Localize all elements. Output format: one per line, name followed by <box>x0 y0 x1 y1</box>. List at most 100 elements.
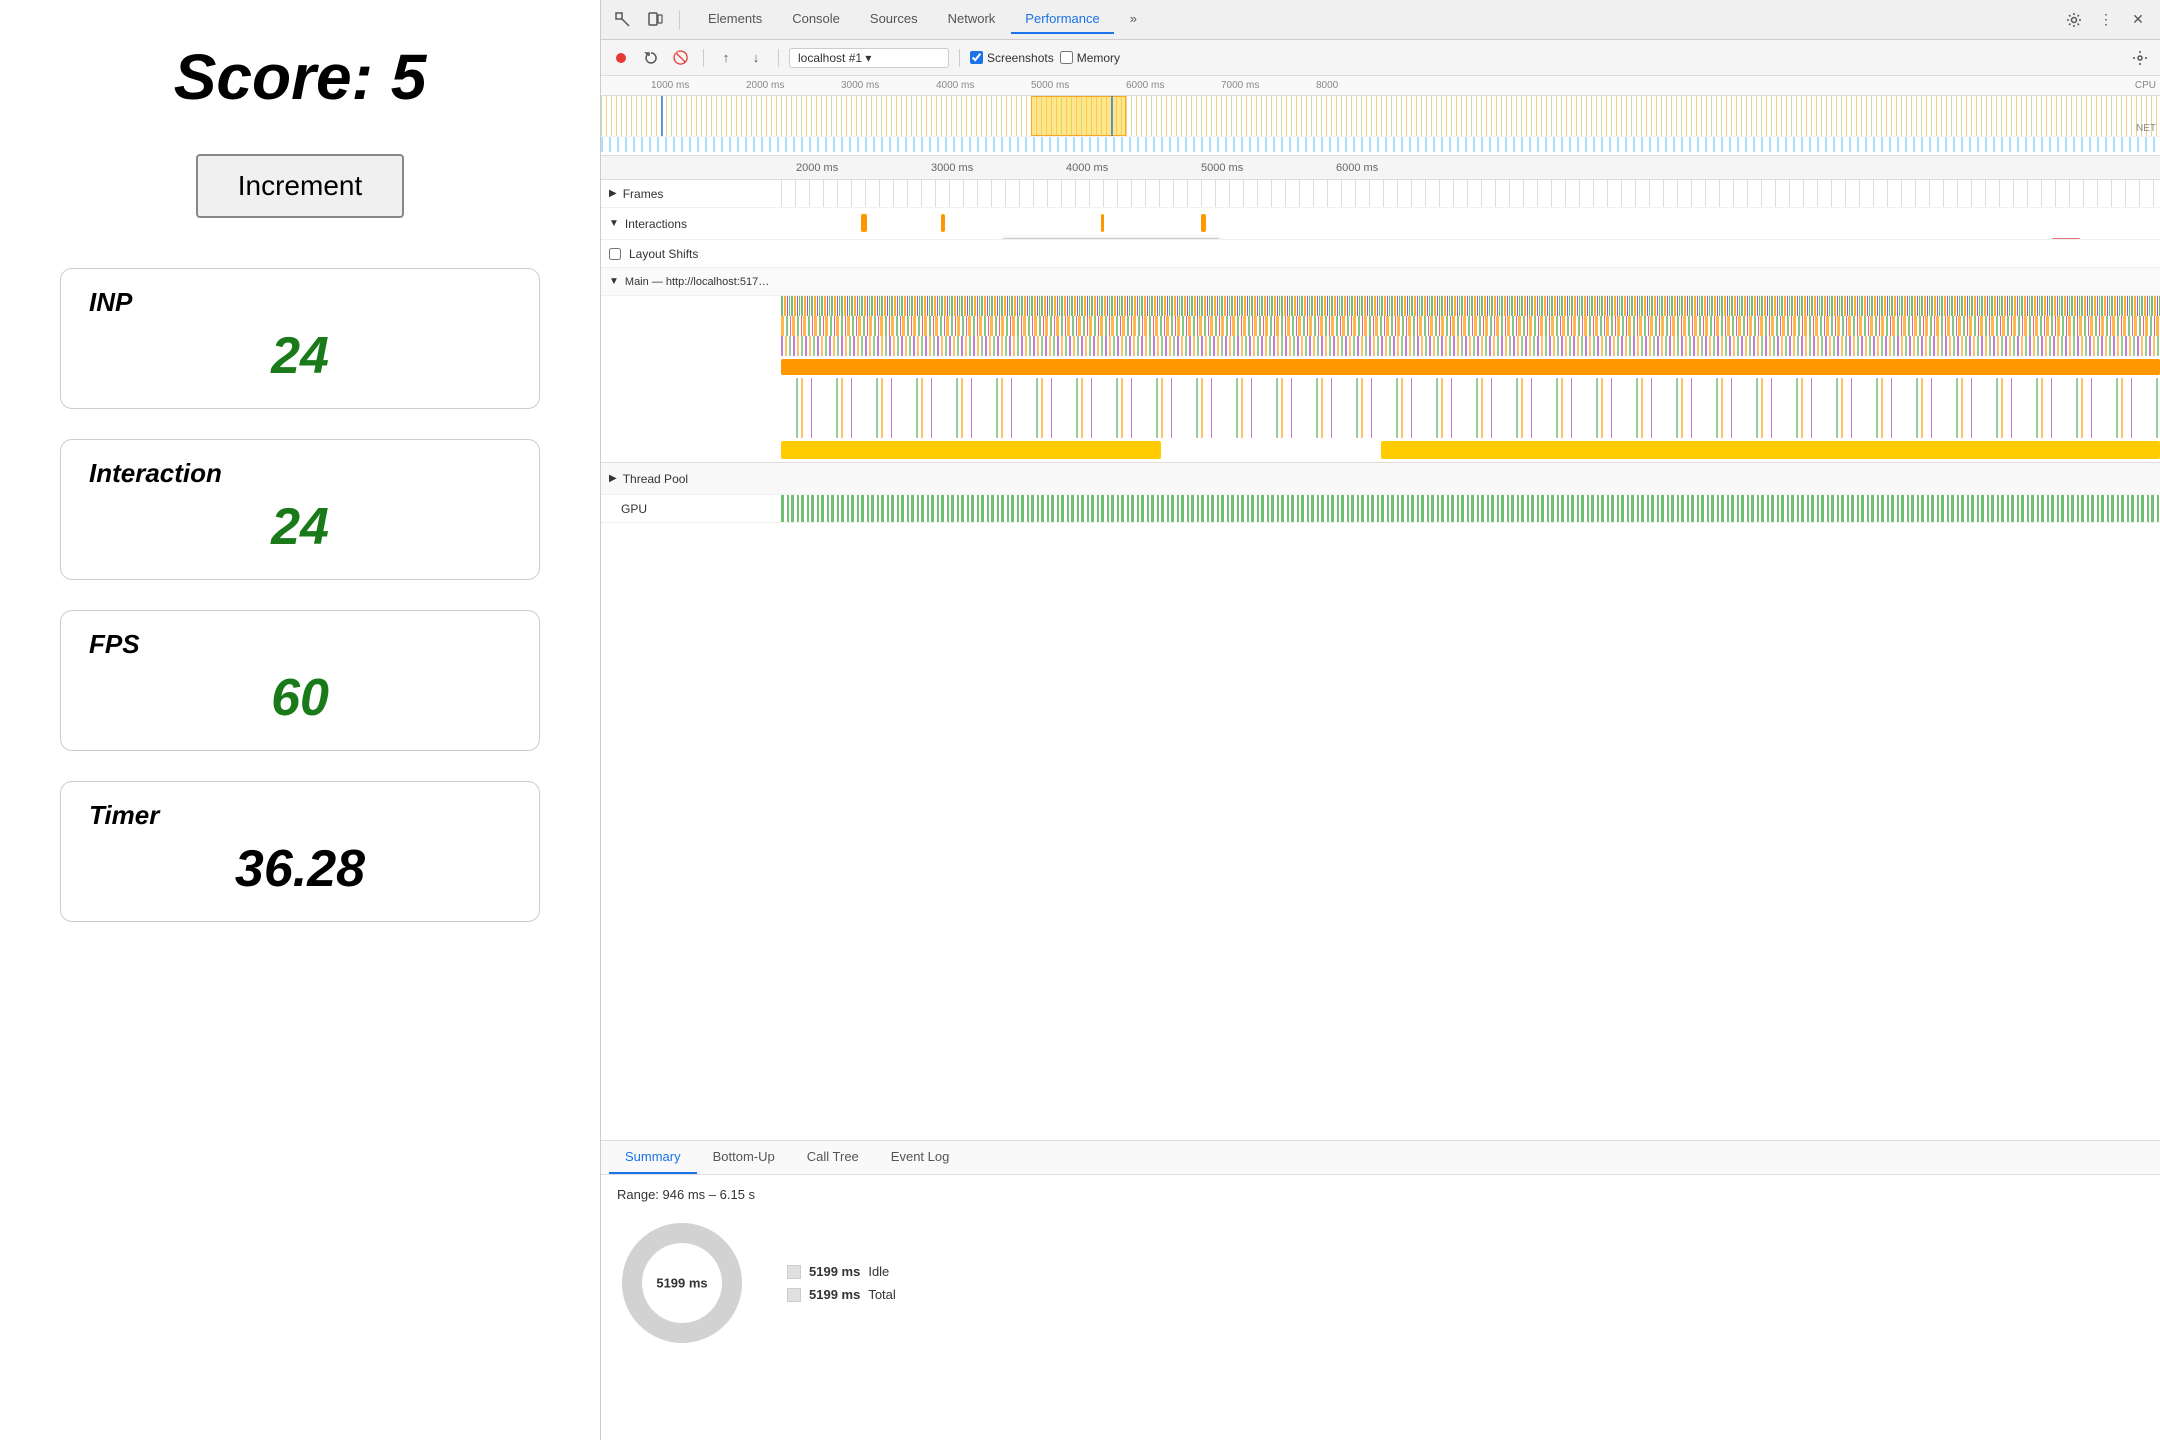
range-text: Range: 946 ms – 6.15 s <box>617 1187 2144 1202</box>
device-icon[interactable] <box>641 6 669 34</box>
main-thread-row-3 <box>781 336 2160 356</box>
timer-value: 36.28 <box>89 839 511 899</box>
fps-label: FPS <box>89 629 511 660</box>
timer-card: Timer 36.28 <box>60 781 540 922</box>
interaction-label: Interaction <box>89 458 511 489</box>
memory-label: Memory <box>1077 51 1120 65</box>
interaction-bar-2[interactable] <box>941 214 945 232</box>
more-icon[interactable]: ⋮ <box>2092 6 2120 34</box>
main-label: ▼ Main — http://localhost:5173/understan… <box>601 276 781 288</box>
ruler-tick-4000: 4000 ms <box>936 80 974 91</box>
main-ruler-2000: 2000 ms <box>796 162 838 174</box>
main-thread-top-content <box>781 268 2160 295</box>
gpu-content <box>781 495 2160 522</box>
performance-toolbar: 🚫 ↑ ↓ localhost #1 ▾ Screenshots Memory <box>601 40 2160 76</box>
devtools-panel: Elements Console Sources Network Perform… <box>600 0 2160 1440</box>
ruler-tick-2000: 2000 ms <box>746 80 784 91</box>
layout-shifts-label: Layout Shifts <box>601 247 781 261</box>
interaction-bar-4[interactable] <box>1201 214 1206 232</box>
interaction-bar-1[interactable] <box>861 214 867 232</box>
main-thread-header: ▼ Main — http://localhost:5173/understan… <box>601 268 2160 296</box>
summary-row: 5199 ms 5199 ms Idle 5199 ms Total <box>617 1218 2144 1348</box>
tab-performance[interactable]: Performance <box>1011 5 1113 34</box>
gpu-row: GPU <box>601 495 2160 523</box>
legend-task: Task <box>2052 238 2150 239</box>
thread-pool-content <box>781 463 2160 494</box>
main-ruler-4000: 4000 ms <box>1066 162 1108 174</box>
frames-label: ▶ Frames <box>601 187 781 201</box>
tab-more[interactable]: » <box>1116 5 1151 34</box>
close-icon[interactable]: ✕ <box>2124 6 2152 34</box>
tab-eventlog[interactable]: Event Log <box>875 1141 966 1174</box>
download-button[interactable]: ↓ <box>744 46 768 70</box>
tab-console[interactable]: Console <box>778 5 854 34</box>
record-button[interactable] <box>609 46 633 70</box>
idle-swatch <box>787 1265 801 1279</box>
bottom-content: Range: 946 ms – 6.15 s 5199 ms 5199 ms I <box>601 1175 2160 1440</box>
ruler-tick-5000: 5000 ms <box>1031 80 1069 91</box>
total-label: Total <box>868 1287 895 1302</box>
net-label: NET <box>2136 123 2156 134</box>
legend-panel: Task Timer Fired Function Call (anonymou… <box>2052 238 2150 239</box>
ruler-tick-7000: 7000 ms <box>1221 80 1259 91</box>
main-thread-row-5 <box>781 378 2160 438</box>
main-thread-row-4 <box>781 356 2160 378</box>
upload-button[interactable]: ↑ <box>714 46 738 70</box>
interaction-card: Interaction 24 <box>60 439 540 580</box>
settings-icon[interactable] <box>2060 6 2088 34</box>
cpu-label: CPU <box>2135 80 2156 91</box>
bottom-panel: Summary Bottom-Up Call Tree Event Log Ra… <box>601 1140 2160 1440</box>
screenshots-checkbox-label[interactable]: Screenshots <box>970 51 1054 65</box>
increment-button[interactable]: Increment <box>196 154 405 218</box>
memory-checkbox[interactable] <box>1060 51 1073 64</box>
layout-shifts-row: Layout Shifts <box>601 240 2160 268</box>
tab-calltree[interactable]: Call Tree <box>791 1141 875 1174</box>
screenshots-checkbox[interactable] <box>970 51 983 64</box>
interactions-content[interactable]: 23.02 ms Pointer Input delay 18ms Proces… <box>781 208 2160 239</box>
devtools-tabs: Elements Console Sources Network Perform… <box>694 5 1151 34</box>
memory-checkbox-label[interactable]: Memory <box>1060 51 1120 65</box>
task-color <box>2052 238 2080 239</box>
interactions-row[interactable]: ▼ Interactions 23.02 ms Pointer Input de… <box>601 208 2160 240</box>
idle-legend-item: 5199 ms Idle <box>787 1264 896 1279</box>
total-swatch <box>787 1288 801 1302</box>
interaction-value: 24 <box>89 497 511 557</box>
ruler-tick-8000: 8000 <box>1316 80 1338 91</box>
main-ruler-3000: 3000 ms <box>931 162 973 174</box>
layout-shifts-content <box>781 240 2160 267</box>
timer-label: Timer <box>89 800 511 831</box>
main-thread-row-2 <box>781 316 2160 336</box>
tab-elements[interactable]: Elements <box>694 5 776 34</box>
fps-card: FPS 60 <box>60 610 540 751</box>
donut-chart: 5199 ms <box>617 1218 747 1348</box>
score-value: 5 <box>391 41 427 113</box>
main-thread-row-1 <box>781 296 2160 316</box>
reload-record-button[interactable] <box>639 46 663 70</box>
tab-sources[interactable]: Sources <box>856 5 932 34</box>
idle-value: 5199 ms <box>809 1264 860 1279</box>
screenshots-label: Screenshots <box>987 51 1054 65</box>
left-panel: Score: 5 Increment INP 24 Interaction 24… <box>0 0 600 1440</box>
main-thread-content <box>601 296 2160 463</box>
ruler-tick-1000: 1000 ms <box>651 80 689 91</box>
main-ruler-6000: 6000 ms <box>1336 162 1378 174</box>
clear-button[interactable]: 🚫 <box>669 46 693 70</box>
timeline-main[interactable]: 2000 ms 3000 ms 4000 ms 5000 ms 6000 ms … <box>601 156 2160 1140</box>
idle-label: Idle <box>868 1264 889 1279</box>
score-label: Score: <box>174 41 373 113</box>
capture-settings-icon[interactable] <box>2128 46 2152 70</box>
inspect-icon[interactable] <box>609 6 637 34</box>
interaction-bar-3[interactable] <box>1101 214 1104 232</box>
frames-content <box>781 180 2160 207</box>
main-ruler-5000: 5000 ms <box>1201 162 1243 174</box>
total-legend-item: 5199 ms Total <box>787 1287 896 1302</box>
tab-bottomup[interactable]: Bottom-Up <box>697 1141 791 1174</box>
tab-network[interactable]: Network <box>934 5 1010 34</box>
layout-shifts-checkbox[interactable] <box>609 248 621 260</box>
main-thread-yellow-block <box>781 438 2160 462</box>
devtools-topbar: Elements Console Sources Network Perform… <box>601 0 2160 40</box>
tab-summary[interactable]: Summary <box>609 1141 697 1174</box>
summary-legend: 5199 ms Idle 5199 ms Total <box>787 1264 896 1302</box>
timeline-spacer <box>601 523 2160 563</box>
timeline-overview[interactable]: 1000 ms 2000 ms 3000 ms 4000 ms 5000 ms … <box>601 76 2160 156</box>
